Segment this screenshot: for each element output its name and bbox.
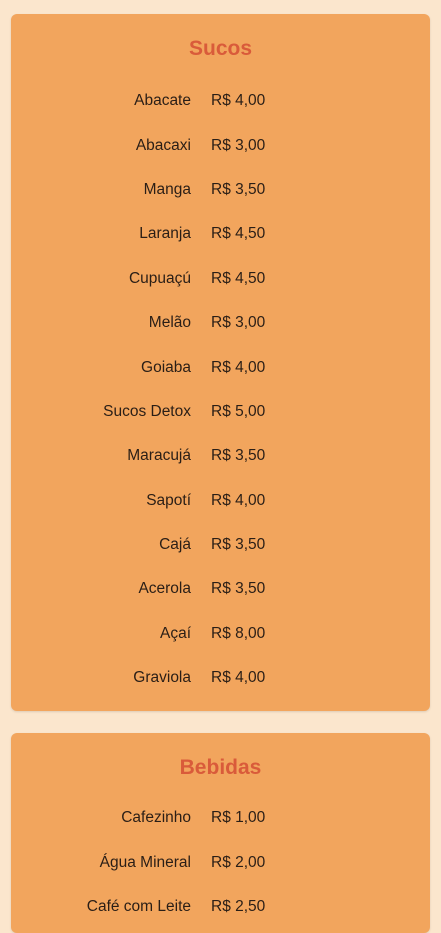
item-name: Açaí: [159, 624, 191, 642]
item-name: Água Mineral: [99, 853, 191, 871]
menu-item: Café com Leite R$ 2,50: [11, 885, 430, 929]
menu-item: Abacate R$ 4,00: [11, 79, 430, 123]
item-price: R$ 2,50: [211, 897, 266, 915]
menu-item: Água Mineral R$ 2,00: [11, 840, 430, 884]
menu-item: Maracujá R$ 3,50: [11, 434, 430, 478]
menu-item: Goiaba R$ 4,00: [11, 345, 430, 389]
menu-item: Laranja R$ 4,50: [11, 212, 430, 256]
item-price: R$ 4,00: [211, 358, 266, 376]
menu-item: Abacaxi R$ 3,00: [11, 123, 430, 167]
item-price: R$ 3,50: [211, 447, 266, 465]
item-name: Cupuaçú: [128, 269, 191, 287]
item-name: Sapotí: [146, 491, 191, 509]
item-price: R$ 3,50: [211, 580, 266, 598]
item-name: Laranja: [139, 225, 191, 243]
item-name: Sucos Detox: [103, 402, 191, 420]
item-name: Cajá: [159, 536, 191, 554]
section-title: Sucos: [188, 37, 253, 60]
item-price: R$ 5,00: [211, 402, 266, 420]
menu-item: Manga R$ 3,50: [11, 168, 430, 212]
menu-item: Cajá R$ 3,50: [11, 523, 430, 567]
item-price: R$ 3,50: [211, 536, 266, 554]
item-price: R$ 2,00: [211, 853, 266, 871]
menu-item: Cupuaçú R$ 4,50: [11, 257, 430, 301]
item-price: R$ 3,00: [211, 314, 266, 332]
item-name: Graviola: [133, 669, 191, 687]
item-name: Abacate: [134, 92, 191, 110]
item-price: R$ 4,50: [211, 225, 266, 243]
item-price: R$ 3,00: [211, 136, 266, 154]
item-price: R$ 4,00: [211, 669, 266, 687]
menu-item: Graviola R$ 4,00: [11, 656, 430, 700]
menu-item: Sucos Detox R$ 5,00: [11, 390, 430, 434]
item-price: R$ 4,50: [211, 269, 266, 287]
item-price: R$ 4,00: [211, 92, 266, 110]
menu-item: Acerola R$ 3,50: [11, 567, 430, 611]
item-name: Café com Leite: [86, 897, 191, 915]
item-price: R$ 1,00: [211, 809, 266, 827]
item-price: R$ 4,00: [211, 491, 266, 509]
item-name: Manga: [143, 180, 191, 198]
item-name: Abacaxi: [135, 136, 191, 154]
item-price: R$ 3,50: [211, 180, 266, 198]
menu-item: Açaí R$ 8,00: [11, 612, 430, 656]
item-name: Goiaba: [141, 358, 191, 376]
item-name: Acerola: [138, 580, 191, 598]
item-name: Maracujá: [127, 447, 191, 465]
item-name: Cafezinho: [121, 809, 191, 827]
menu-section-bebidas: Bebidas Cafezinho R$ 1,00 Água Mineral R$ …: [11, 733, 430, 933]
menu-item: Melão R$ 3,00: [11, 301, 430, 345]
item-price: R$ 8,00: [211, 624, 266, 642]
menu-item: Sapotí R$ 4,00: [11, 479, 430, 523]
section-title: Bebidas: [179, 756, 262, 779]
menu-section-sucos: Sucos Abacate R$ 4,00 Abacaxi R$ 3,00 Mang…: [11, 14, 430, 711]
menu-item: Cafezinho R$ 1,00: [11, 796, 430, 840]
item-name: Melão: [148, 314, 191, 332]
